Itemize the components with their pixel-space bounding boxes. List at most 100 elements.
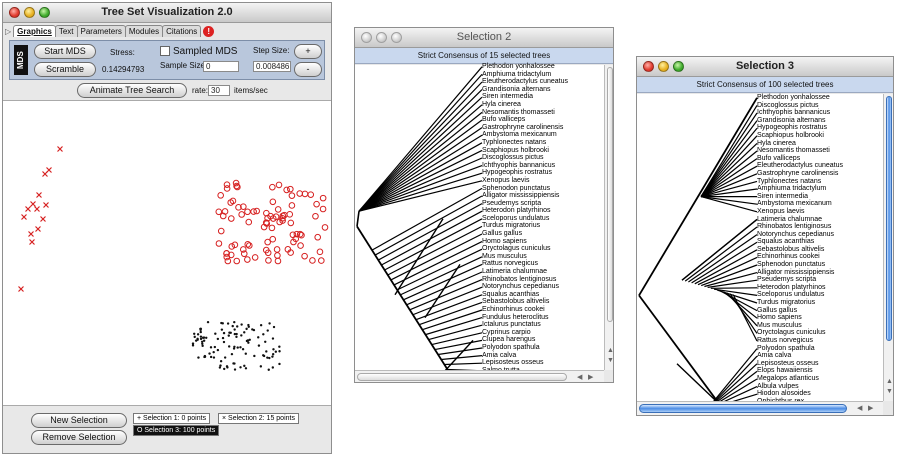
- tab-graphics[interactable]: Graphics: [13, 25, 56, 37]
- selection3-marker: [288, 192, 296, 199]
- selection3-marker: [313, 200, 320, 208]
- taxon-label: Xenopus laevis: [482, 176, 530, 184]
- main-titlebar[interactable]: Tree Set Visualization 2.0: [3, 3, 331, 23]
- scroll-left-icon[interactable]: ◀: [577, 373, 582, 381]
- tab-text[interactable]: Text: [54, 25, 78, 37]
- taxon-label: Elops hawaiiensis: [757, 367, 813, 375]
- selection3-marker: [244, 208, 251, 216]
- tree-point: [274, 350, 278, 353]
- tree-branch: [710, 287, 758, 289]
- tab-modules[interactable]: Modules: [124, 25, 164, 37]
- tree-point: [278, 345, 281, 348]
- tree-point: [278, 350, 281, 353]
- selection3-marker: [268, 224, 276, 232]
- taxon-label: Rhinobatos lentiginosus: [482, 275, 557, 283]
- selection3-tree-view[interactable]: Plethodon yonhalossee Discoglossus pictus…: [637, 94, 883, 415]
- selection3-titlebar[interactable]: Selection 3: [637, 57, 893, 77]
- selection3-marker: [316, 248, 324, 256]
- scroll-right-icon[interactable]: ▶: [868, 404, 873, 412]
- selection3-marker: [251, 254, 259, 261]
- selection3-hscroll-thumb[interactable]: [639, 404, 847, 413]
- tree-branch: [358, 89, 483, 212]
- scroll-down-icon[interactable]: ▼: [886, 388, 893, 395]
- scroll-up-icon[interactable]: ▲: [607, 347, 613, 354]
- taxon-label: Sphenodon punctatus: [482, 184, 551, 192]
- selection3-marker: [318, 257, 325, 264]
- animate-tree-search-button[interactable]: Animate Tree Search: [77, 83, 187, 98]
- selection3-marker: [297, 242, 304, 249]
- selection3-vscroll-thumb[interactable]: [886, 96, 892, 341]
- tree-branch: [409, 279, 483, 311]
- tab-bar: ▷ Graphics Text Parameters Modules Citat…: [5, 24, 215, 38]
- tree-point: [233, 368, 237, 371]
- taxon-label: Bufo valliceps: [757, 154, 801, 162]
- scramble-button[interactable]: Scramble: [34, 62, 96, 77]
- tree-point: [199, 330, 202, 334]
- new-selection-button[interactable]: New Selection: [31, 413, 127, 428]
- tree-point: [229, 331, 232, 334]
- step-size-label: Step Size:: [253, 46, 290, 55]
- sample-size-field[interactable]: 0: [203, 61, 239, 72]
- taxon-label: Alligator mississippiensis: [482, 192, 560, 200]
- tree-point: [219, 360, 223, 363]
- selection2-vscroll-thumb[interactable]: [607, 67, 613, 322]
- tree-point: [201, 336, 205, 339]
- tree-point: [226, 322, 230, 325]
- selection2-titlebar[interactable]: Selection 2: [355, 28, 613, 48]
- tab-parameters[interactable]: Parameters: [76, 25, 126, 37]
- taxon-label: Ictalurus punctatus: [482, 321, 541, 329]
- tab-citations[interactable]: Citations: [162, 25, 202, 37]
- taxon-label: Hiodon alosoides: [757, 390, 811, 398]
- selection2-vertical-scrollbar[interactable]: ▲ ▼: [604, 65, 613, 370]
- mds-scatter-plot[interactable]: [3, 100, 331, 406]
- tree-point: [222, 331, 226, 335]
- tree-point: [193, 332, 196, 335]
- stress-value: 0.14294793: [102, 65, 145, 74]
- taxon-label: Echinorhinus cookei: [482, 306, 545, 313]
- scroll-left-icon[interactable]: ◀: [857, 404, 862, 412]
- tree-point: [214, 332, 217, 335]
- tree-point: [272, 348, 275, 351]
- selection3-vertical-scrollbar[interactable]: ▲ ▼: [883, 94, 893, 401]
- selection3-marker: [286, 211, 294, 218]
- legend-selection-3[interactable]: O Selection 3: 100 points: [133, 425, 220, 436]
- tree-branch: [431, 332, 483, 346]
- taxon-label: Megalops atlanticus: [757, 374, 819, 382]
- tree-point: [271, 355, 274, 358]
- selection2-hscroll-thumb[interactable]: [357, 373, 567, 381]
- taxon-label: Hypogeophis rostratus: [757, 124, 828, 132]
- taxon-label: Polyodon spathula: [482, 343, 540, 351]
- selection2-taxa-list: Plethodon yonhalossee Amphiuma tridactylu…: [482, 63, 568, 382]
- taxon-label: Amphiuma tridactylum: [482, 70, 552, 78]
- taxon-label: Heterodon platyrhinos: [482, 207, 551, 215]
- rate-field[interactable]: 30: [208, 85, 230, 96]
- taxon-label: Notorynchus cepedianus: [482, 283, 560, 291]
- sampled-mds-checkbox[interactable]: [160, 46, 170, 56]
- mds-panel: MDS Start MDS Scramble Stress: 0.1429479…: [9, 40, 325, 80]
- legend-selection-2[interactable]: × Selection 2: 15 points: [218, 413, 299, 424]
- remove-selection-button[interactable]: Remove Selection: [31, 430, 127, 445]
- start-mds-button[interactable]: Start MDS: [34, 44, 96, 59]
- step-size-field[interactable]: 0.008486: [253, 61, 291, 72]
- tree-branch: [723, 291, 758, 319]
- legend-selection-1[interactable]: + Selection 1: 0 points: [133, 413, 211, 424]
- selection3-marker: [319, 194, 327, 202]
- tree-point: [264, 340, 267, 343]
- taxon-label: Oryctolagus cuniculus: [757, 329, 826, 337]
- selection3-marker: [314, 233, 322, 241]
- selection2-horizontal-scrollbar[interactable]: ◀ ▶: [355, 370, 604, 382]
- tree-point: [244, 352, 247, 355]
- taxon-label: Discoglossus pictus: [757, 101, 819, 109]
- tab-scroll-icon[interactable]: ▷: [5, 27, 11, 36]
- tree-point: [244, 367, 248, 370]
- scroll-down-icon[interactable]: ▼: [607, 357, 613, 364]
- selection3-horizontal-scrollbar[interactable]: ◀ ▶: [637, 401, 883, 415]
- scroll-up-icon[interactable]: ▲: [886, 378, 893, 385]
- selection2-tree-view[interactable]: Plethodon yonhalossee Amphiuma tridactylu…: [355, 63, 604, 382]
- warning-icon[interactable]: !: [203, 25, 215, 37]
- selection3-marker: [287, 219, 295, 227]
- scroll-right-icon[interactable]: ▶: [588, 373, 593, 381]
- step-decrease-button[interactable]: -: [294, 62, 322, 77]
- step-increase-button[interactable]: +: [294, 44, 322, 59]
- rate-label: rate:: [192, 86, 209, 95]
